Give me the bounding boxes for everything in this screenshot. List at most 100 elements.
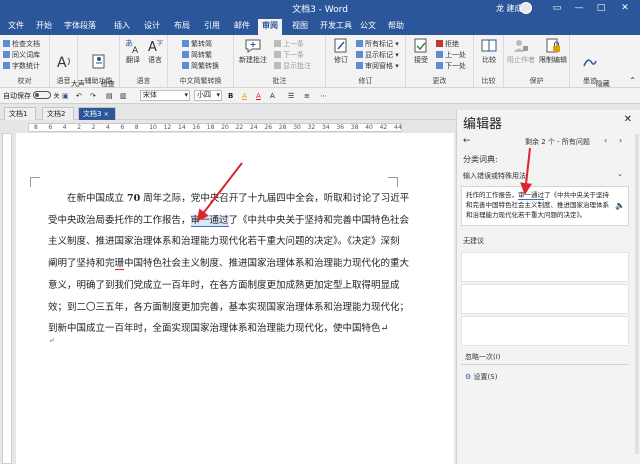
tab-font-paragraph[interactable]: 字体段落 [60,19,100,35]
group-accessibility: 检查 辅助功能 辅助功能 [78,35,120,96]
speaker-icon[interactable]: 🔈 [615,201,625,211]
ruler-number: 42 [379,124,388,131]
doc-tab-active[interactable]: 文档3 × [78,107,116,120]
doc-tab[interactable]: 文档2 × [42,107,74,130]
flagged-text[interactable]: 审一通过 [190,215,229,227]
no-suggestions-label: 无建议 [463,237,484,245]
font-color-button[interactable]: A [256,90,261,102]
simp-to-trad-icon [182,51,189,58]
tab-official-docs[interactable]: 公文 [356,19,380,35]
tab-review[interactable]: 审阅 [258,19,282,35]
back-arrow-icon[interactable]: ← [463,136,471,146]
ribbon-display-options-button[interactable]: ▭ [546,0,568,16]
check-document-button[interactable]: 检查文档 [3,39,40,49]
tab-file[interactable]: 文件 [4,19,28,35]
clear-format-button[interactable]: A [270,90,275,102]
save-icon[interactable]: ▣ [62,90,69,102]
language-icon: A字 [148,39,163,54]
thesaurus-icon [3,51,10,58]
ignore-once-button[interactable]: 忽略一次(I) [465,352,501,362]
group-label-protect: 保护 [529,77,544,85]
svg-text:A: A [57,55,67,70]
doc-tab[interactable]: 文档1 × [4,107,36,130]
close-icon[interactable]: ✕ [624,114,632,125]
flagged-word: 审一通过 [518,191,544,200]
numbered-list-icon[interactable]: ≡ [304,90,310,102]
ruler-number: 4 [106,124,110,131]
conversion-button[interactable]: 简繁转换 [182,61,219,71]
autosave-toggle[interactable]: 自动保存 关 [3,90,59,102]
user-name[interactable]: 龙 建成 [496,3,523,14]
tab-design[interactable]: 设计 [140,19,164,35]
issue-navigator: 剩余 2 个 - 所有问题 [525,138,590,146]
highlight-button[interactable]: A [242,90,247,102]
horizontal-ruler[interactable]: 8 6 4 2 2 4 6 8 10 12 14 16 18 20 22 24 26 28 30 32 34 36 38 40… [0,121,456,133]
close-button[interactable]: ✕ [614,0,636,16]
doc-icon[interactable]: ▤ [106,90,113,102]
compare-button[interactable]: 比较 [478,37,500,64]
settings-button[interactable]: ⚙ 设置(S) [465,372,497,382]
trad-to-simp-button[interactable]: 繁转简 [182,39,212,49]
ruler-number: 6 [120,124,125,131]
tab-layout[interactable]: 布局 [170,19,194,35]
tab-close-icon[interactable]: × [104,111,109,118]
tab-home[interactable]: 开始 [32,19,56,35]
group-language: あA 翻译 A字 语言 语言 [120,35,168,88]
bold-button[interactable]: B [228,90,233,102]
next-issue-icon[interactable]: › [619,136,622,145]
tab-view[interactable]: 视图 [288,19,312,35]
editor-pane: 编辑器 ✕ ← 剩余 2 个 - 所有问题 ‹ › 分类词典: 输入错误或特殊用… [456,110,640,464]
track-changes-button[interactable]: 修订 [330,37,352,64]
word-count-button[interactable]: 字数统计 [3,61,40,71]
previous-comment-button[interactable]: 上一条 [274,39,304,49]
tab-mailings[interactable]: 邮件 [230,19,254,35]
translate-icon: あA [125,39,139,54]
text-line: 主义制度、推进国家治理体系和治理能力现代化若干重大问题的决定》。《决定》深刻 [48,236,400,247]
ruler-number: 30 [293,124,301,131]
chevron-down-icon[interactable]: ⌄ [617,170,623,178]
maximize-button[interactable]: □ [590,0,612,16]
font-name-select[interactable]: 宋体 ▾ [140,90,190,101]
redo-icon[interactable]: ↷ [90,90,96,102]
more-icon[interactable]: ⋯ [320,90,327,102]
block-authors-button[interactable]: 阻止作者 [506,37,536,64]
tab-insert[interactable]: 插入 [110,19,134,35]
misspelled-text[interactable]: 珊 [114,258,125,270]
tab-help[interactable]: 帮助 [384,19,408,35]
scrollbar[interactable] [635,134,639,454]
document-page[interactable]: 在新中国成立 70 周年之际，党中央召开了十九届四中全会，听取和讨论了习近平 受… [16,133,454,464]
accessibility-icon [92,54,105,69]
simp-to-trad-button[interactable]: 简转繁 [182,50,212,60]
suggestion-title: 输入错误或特殊用法 [463,172,526,180]
text-line: 受中央政治局委托作的工作报告，审一通过了《中共中央关于坚持和完善中国特色社会 [48,215,410,227]
context-box[interactable]: 托作的工作报告，审一通过了《中共中央关于坚持和完善中国特色社会主义制度、推进国家… [461,186,629,226]
translate-button[interactable]: あA 翻译 [123,37,143,64]
minimize-button[interactable]: — [568,0,590,16]
reject-button[interactable]: 拒绝 [436,39,459,49]
undo-icon[interactable]: ↶ [76,90,82,102]
font-size-select[interactable]: 小四 ▾ [194,90,222,101]
next-comment-icon [274,51,281,58]
show-comments-button[interactable]: 显示批注 [274,61,311,71]
tab-developer[interactable]: 开发工具 [316,19,356,35]
open-icon[interactable]: ▥ [120,90,127,102]
next-comment-button[interactable]: 下一条 [274,50,304,60]
collapse-ribbon-icon[interactable]: ⌃ [629,76,636,85]
new-comment-button[interactable]: 新建批注 [238,37,268,64]
restrict-editing-button[interactable]: 限制编辑 [538,37,568,64]
list-icon[interactable]: ☰ [288,90,294,102]
avatar[interactable] [520,2,532,14]
accept-button[interactable]: 接受 [410,37,432,64]
tab-references[interactable]: 引用 [200,19,224,35]
next-change-button[interactable]: 下一处 [436,61,466,71]
review-pane-button[interactable]: 审阅窗格 ▾ [356,61,399,71]
vertical-ruler[interactable] [2,133,12,464]
ruler-number: 20 [221,124,229,131]
thesaurus-button[interactable]: 同义词库 [3,50,40,60]
group-label-changes: 更改 [432,77,447,85]
language-button[interactable]: A字 语言 [145,37,165,64]
markup-select[interactable]: 所有标记 ▾ [356,39,399,49]
previous-change-button[interactable]: 上一处 [436,50,466,60]
show-markup-button[interactable]: 显示标记 ▾ [356,50,399,60]
previous-issue-icon[interactable]: ‹ [604,136,607,145]
